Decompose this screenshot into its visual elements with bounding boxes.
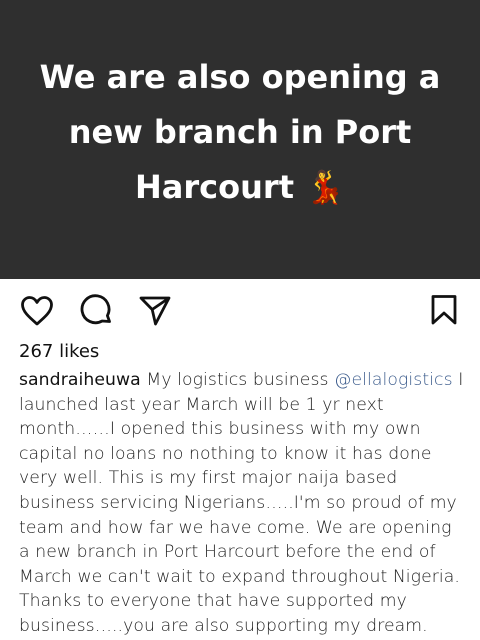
caption-text-part-1: My logistics business [140,370,335,390]
post-image-text: We are also opening a new branch in Port… [39,58,441,206]
post-action-bar [0,279,480,343]
heart-icon[interactable] [20,295,54,327]
post-caption: sandraiheuwa My logistics business @ella… [19,368,467,640]
post-image[interactable]: We are also opening a new branch in Port… [0,0,480,279]
paper-plane-icon[interactable] [138,295,172,327]
like-count[interactable]: 267 likes [19,341,99,363]
comment-bubble-icon[interactable] [80,294,114,328]
caption-mention-link[interactable]: @ellalogistics [334,370,453,390]
caption-username[interactable]: sandraiheuwa [19,370,141,390]
bookmark-icon[interactable] [430,294,458,326]
caption-text-part-2: I launched last year March will be 1 yr … [19,370,464,636]
